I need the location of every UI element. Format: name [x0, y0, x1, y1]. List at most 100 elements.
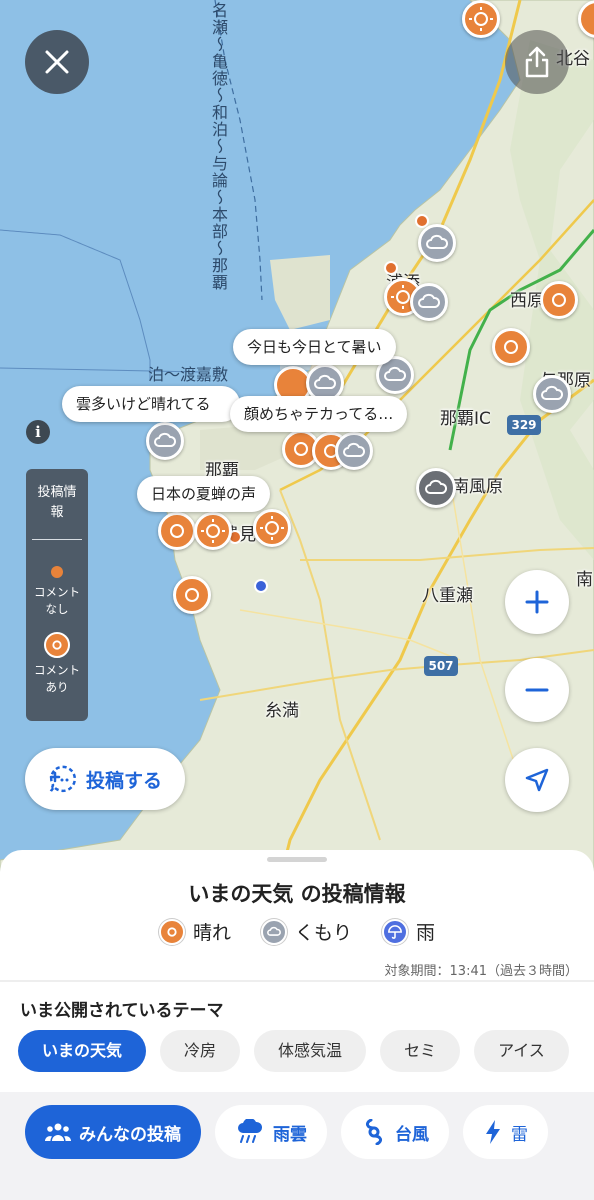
lightning-icon — [486, 1120, 500, 1144]
place-label-haebaru: 南風原 — [452, 477, 503, 497]
theme-chip-cooling[interactable]: 冷房 — [160, 1030, 241, 1072]
themes-title: いま公開されているテーマ — [20, 1001, 224, 1021]
post-pin-cloudy[interactable] — [418, 224, 456, 262]
rain-cloud-icon — [238, 1119, 263, 1143]
tab-label: 雷 — [511, 1124, 528, 1145]
ferry-route-label-vertical: 名瀬〜亀徳〜和泊〜与論〜本部〜那覇 — [209, 2, 228, 291]
current-location-button[interactable] — [505, 748, 569, 812]
people-icon — [45, 1123, 71, 1141]
theme-chip-cicada[interactable]: セミ — [380, 1030, 461, 1072]
weather-legend-label: 晴れ — [192, 922, 231, 944]
place-label-nishihara: 西原 — [510, 291, 544, 311]
map-view[interactable]: 名瀬〜亀徳〜和泊〜与論〜本部〜那覇 泊〜渡嘉敷 北谷 浦添 西原 与那原 那覇 … — [0, 0, 594, 880]
sheet-handle[interactable] — [267, 857, 327, 862]
post-pin-sunny[interactable] — [540, 281, 578, 319]
comment-bubble[interactable]: 今日も今日とて暑い — [233, 329, 396, 365]
weather-legend-sunny: 晴れ — [158, 918, 231, 945]
sun-cloud-icon — [294, 442, 308, 456]
weather-legend-label: 雨 — [416, 922, 436, 944]
dot-icon — [51, 566, 63, 578]
theme-chip-weather-now[interactable]: いまの天気 — [18, 1030, 147, 1072]
info-icon[interactable]: i — [26, 420, 50, 444]
cloud-icon — [343, 442, 366, 457]
post-button[interactable]: 投稿する — [25, 748, 185, 810]
cloud-icon — [541, 385, 564, 400]
period-text: 対象期間：13:41（過去３時間） — [384, 964, 578, 979]
close-icon — [45, 50, 69, 74]
typhoon-icon — [365, 1119, 383, 1145]
sun-icon — [260, 516, 284, 540]
tab-label: 台風 — [395, 1124, 429, 1145]
theme-chip-ice[interactable]: アイス — [474, 1030, 569, 1072]
sun-cloud-icon — [504, 340, 518, 354]
current-location-dot — [254, 579, 268, 593]
place-label-naha-ic: 那覇IC — [440, 409, 491, 429]
bottom-sheet: いまの天気 の投稿情報 晴れ くもり 雨 対象期間：13:41（過去３時間） い… — [0, 850, 594, 1200]
sun-cloud-icon — [185, 588, 199, 602]
close-button[interactable] — [25, 30, 89, 94]
post-comment-icon — [49, 765, 76, 793]
highway-shield-329: 329 — [507, 415, 541, 435]
sun-cloud-icon — [170, 524, 184, 538]
weather-legend: 晴れ くもり 雨 — [0, 918, 594, 945]
tab-label: 雨雲 — [273, 1124, 307, 1145]
comment-bubble[interactable]: 顔めちゃテカってる… — [230, 396, 408, 432]
minus-icon — [525, 688, 549, 692]
post-pin-sunny[interactable] — [158, 512, 196, 550]
post-dot[interactable] — [384, 261, 398, 275]
weather-legend-cloudy: くもり — [260, 918, 352, 945]
cloud-icon — [154, 432, 177, 447]
plus-icon — [525, 590, 549, 614]
place-label-yaese: 八重瀬 — [422, 586, 473, 606]
comment-bubble[interactable]: 雲多いけど晴れてる — [62, 386, 240, 422]
post-pin-sunny[interactable] — [462, 0, 500, 38]
post-pin-cloudy[interactable] — [335, 432, 373, 470]
post-pin-sunny[interactable] — [253, 509, 291, 547]
legend-no-comment: コメントなし — [34, 585, 80, 616]
cloud-icon — [418, 293, 441, 308]
sun-icon — [201, 519, 225, 543]
sun-cloud-icon — [552, 293, 566, 307]
zoom-out-button[interactable] — [505, 658, 569, 722]
tab-rain-clouds[interactable]: 雨雲 — [215, 1105, 327, 1159]
post-pin-sunny[interactable] — [492, 328, 530, 366]
sun-cloud-icon — [469, 7, 493, 31]
place-label-itoman: 糸満 — [265, 701, 299, 721]
highway-shield-507: 507 — [424, 656, 458, 676]
weather-legend-label: くもり — [294, 922, 352, 944]
legend-title: 投稿情報 — [37, 485, 77, 520]
cloud-icon — [384, 366, 407, 381]
sun-icon — [44, 632, 70, 658]
tab-label: みんなの投稿 — [79, 1124, 181, 1145]
divider — [0, 980, 594, 982]
tab-everyone-posts[interactable]: みんなの投稿 — [25, 1105, 201, 1159]
sun-icon — [158, 918, 185, 945]
share-button[interactable] — [505, 30, 569, 94]
cloud-icon — [260, 918, 287, 945]
legend-with-comment: コメントあり — [34, 663, 80, 694]
share-icon — [525, 46, 549, 78]
tab-typhoon[interactable]: 台風 — [341, 1105, 449, 1159]
post-pin-cloudy[interactable] — [146, 422, 184, 460]
tab-thunder[interactable]: 雷 — [463, 1105, 548, 1159]
ferry-route-label-horizontal: 泊〜渡嘉敷 — [148, 365, 229, 384]
place-label-nanjo: 南 — [576, 570, 593, 590]
weather-legend-rain: 雨 — [382, 918, 435, 945]
cloud-icon — [425, 479, 448, 494]
comment-bubble[interactable]: 日本の夏蝉の声 — [137, 476, 271, 512]
theme-chip-feels-like[interactable]: 体感気温 — [254, 1030, 367, 1072]
navigation-arrow-icon — [525, 768, 549, 792]
sheet-title: いまの天気 の投稿情報 — [188, 882, 406, 906]
post-pin-cloudy-large[interactable] — [416, 468, 456, 508]
post-pin-cloudy[interactable] — [533, 375, 571, 413]
cloud-icon — [314, 374, 337, 389]
post-button-label: 投稿する — [85, 769, 162, 792]
umbrella-icon — [382, 918, 408, 945]
post-pin-sunny[interactable] — [173, 576, 211, 614]
post-pin-cloudy[interactable] — [410, 283, 448, 321]
post-pin-sunny[interactable] — [194, 512, 232, 550]
bottom-tab-bar: みんなの投稿 雨雲 台風 雷 — [0, 1092, 594, 1200]
theme-chips: いまの天気 冷房 体感気温 セミ アイス — [18, 1030, 569, 1072]
post-info-legend: 投稿情報 コメントなし コメントあり — [26, 469, 88, 721]
zoom-in-button[interactable] — [505, 570, 569, 634]
